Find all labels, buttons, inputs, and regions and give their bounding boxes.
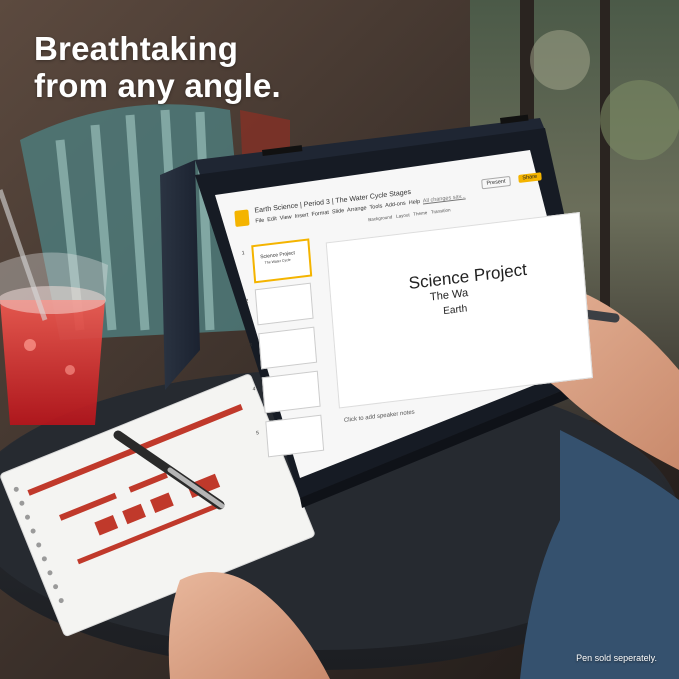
- product-photo: Earth Science | Period 3 | The Water Cyc…: [0, 0, 679, 679]
- headline-line-2: from any angle.: [34, 67, 281, 104]
- headline: Breathtaking from any angle.: [34, 30, 281, 104]
- footnote: Pen sold seperately.: [576, 653, 657, 663]
- headline-line-1: Breathtaking: [34, 30, 239, 67]
